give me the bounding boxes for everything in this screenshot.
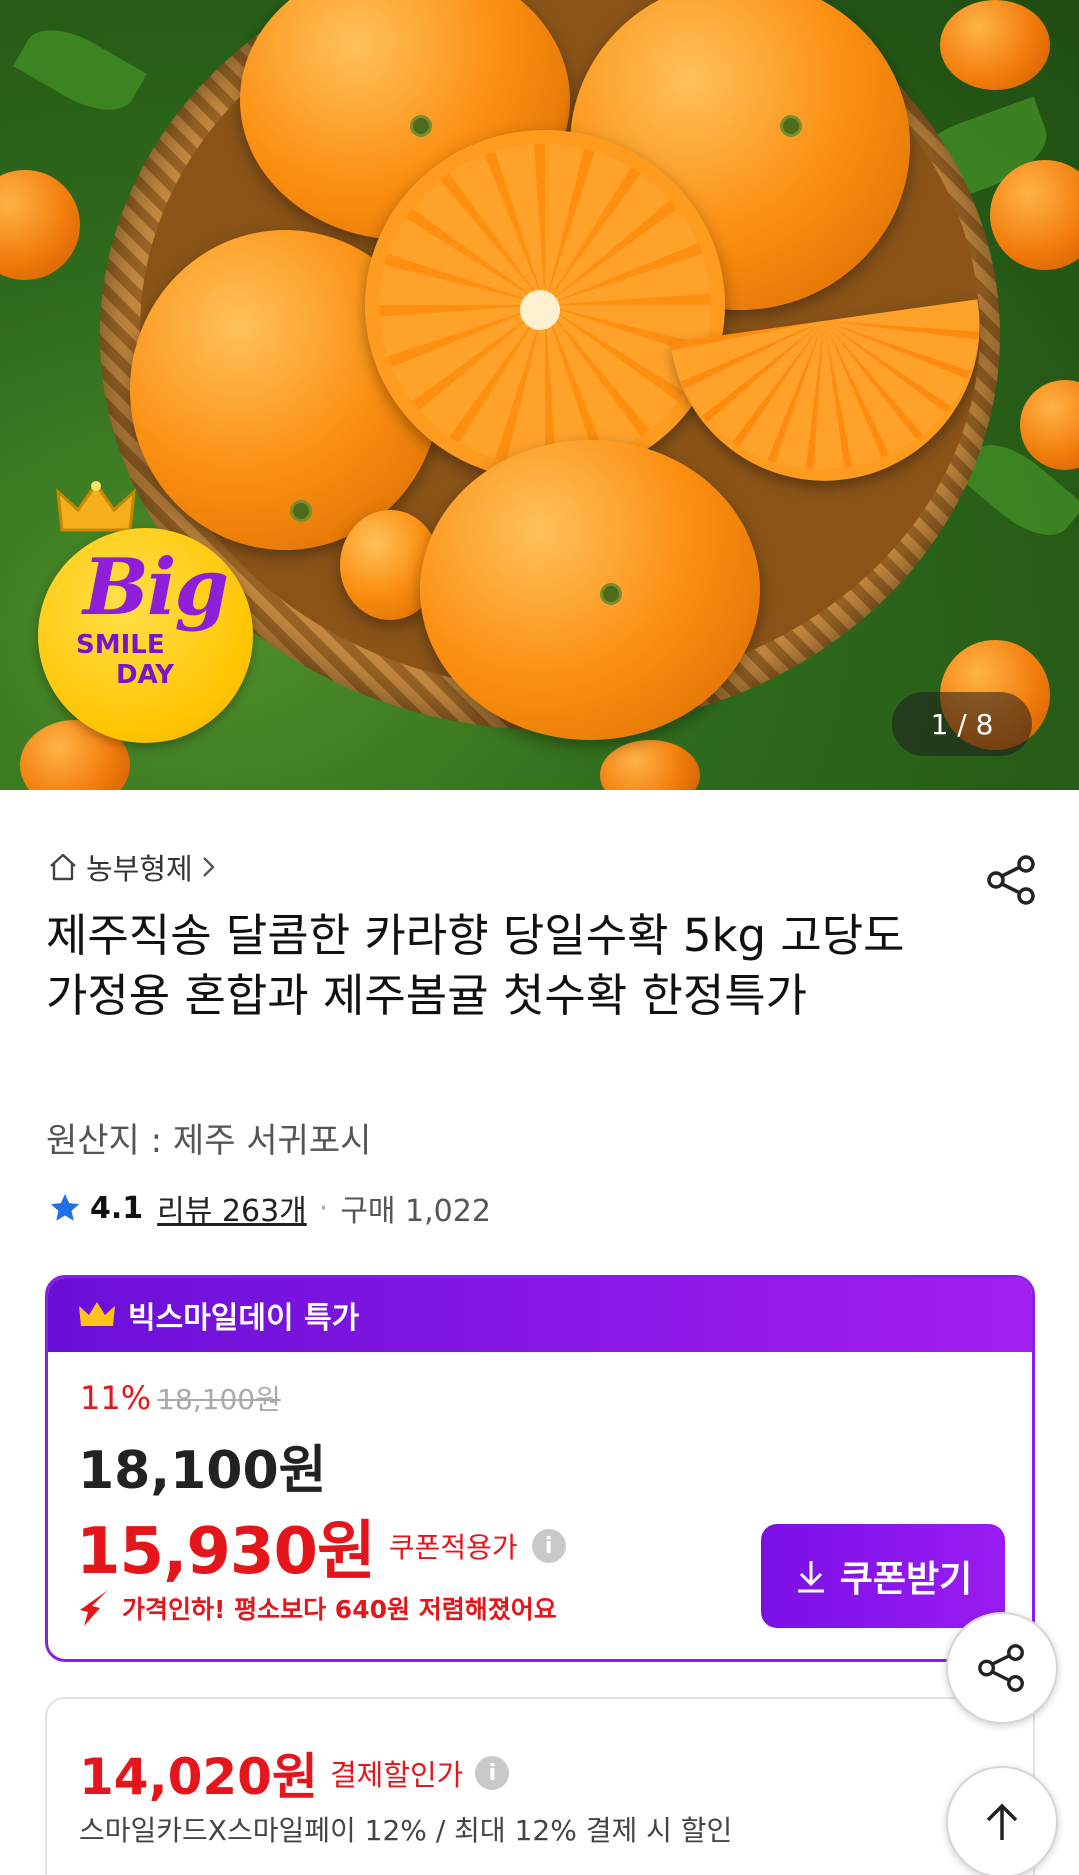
tangerine-stem xyxy=(600,583,622,605)
leaf-decoration xyxy=(13,14,147,126)
background-orange xyxy=(1020,380,1079,470)
info-icon[interactable]: i xyxy=(475,1756,510,1790)
badge-smile-text: SMILE xyxy=(76,630,165,660)
purchase-count: 구매 1,022 xyxy=(340,1194,491,1229)
crown-icon xyxy=(79,1302,115,1326)
original-price: 18,100원 xyxy=(157,1383,281,1416)
coupon-price-row: 15,930원 쿠폰적용가 i xyxy=(76,1500,566,1592)
seller-link[interactable]: 농부형제 xyxy=(48,846,217,888)
arrow-up-icon xyxy=(986,1803,1018,1840)
tangerine-stem xyxy=(780,115,802,137)
discount-row: 11% 18,100원 xyxy=(80,1378,281,1418)
review-count-link[interactable]: 리뷰 263개 xyxy=(157,1186,307,1230)
background-orange xyxy=(0,170,80,280)
info-icon[interactable]: i xyxy=(531,1529,566,1563)
share-icon xyxy=(978,1644,1024,1692)
get-coupon-button[interactable]: 쿠폰받기 xyxy=(761,1524,1005,1628)
product-hero-image[interactable]: Big SMILE DAY 1 / 8 xyxy=(0,0,1079,790)
price-drop-notice: 가격인하! 평소보다 640원 저렴해졌어요 xyxy=(78,1588,557,1628)
get-coupon-label: 쿠폰받기 xyxy=(839,1559,973,1600)
discount-percent: 11% xyxy=(80,1379,152,1417)
image-counter: 1 / 8 xyxy=(892,692,1032,756)
tangerine-core xyxy=(520,290,560,330)
floating-share-button[interactable] xyxy=(946,1612,1058,1724)
price-drop-text: 가격인하! 평소보다 640원 저렴해졌어요 xyxy=(122,1595,557,1624)
star-icon xyxy=(50,1193,80,1221)
payment-price-row: 14,020원 결제할인가 i xyxy=(79,1737,510,1809)
tangerine-stem xyxy=(290,500,312,522)
payment-discount-description: 스마일카드X스마일페이 12% / 최대 12% 결제 시 할인 xyxy=(79,1814,733,1847)
coupon-price: 15,930원 xyxy=(76,1515,376,1589)
rating-score: 4.1 xyxy=(90,1190,144,1226)
scroll-to-top-button[interactable] xyxy=(946,1766,1058,1875)
badge-big-text: Big xyxy=(83,542,229,633)
seller-name: 농부형제 xyxy=(86,852,193,886)
payment-discount-price: 14,020원 xyxy=(79,1748,318,1806)
payment-discount-card[interactable]: 14,020원 결제할인가 i 스마일카드X스마일페이 12% / 최대 12%… xyxy=(45,1697,1035,1875)
coupon-price-label: 쿠폰적용가 xyxy=(388,1531,518,1564)
product-origin: 원산지 : 제주 서귀포시 xyxy=(46,1121,372,1161)
badge-day-text: DAY xyxy=(116,660,175,690)
price-card-title: 빅스마일데이 특가 xyxy=(128,1301,360,1336)
price-drop-arrow-icon xyxy=(80,1590,108,1626)
home-icon xyxy=(50,853,76,881)
separator-dot: · xyxy=(318,1190,329,1226)
tangerine xyxy=(420,440,760,740)
product-title: 제주직송 달콤한 카라향 당일수확 5kg 고당도 가정용 혼합과 제주봄귤 첫… xyxy=(46,909,905,1022)
tangerine-stem xyxy=(410,115,432,137)
download-icon xyxy=(797,1561,824,1593)
background-orange xyxy=(940,0,1050,90)
sale-price: 18,100원 xyxy=(78,1441,327,1501)
big-smile-day-badge: Big SMILE DAY xyxy=(38,480,268,743)
payment-discount-label: 결제할인가 xyxy=(329,1758,464,1792)
rating-row: 4.1 리뷰 263개 · 구매 1,022 xyxy=(48,1186,491,1230)
chevron-right-icon xyxy=(202,857,215,877)
share-icon[interactable] xyxy=(984,852,1040,908)
special-price-card: 빅스마일데이 특가 11% 18,100원 18,100원 15,930원 쿠폰… xyxy=(45,1275,1035,1662)
price-card-header: 빅스마일데이 특가 xyxy=(48,1278,1032,1352)
background-orange xyxy=(600,740,700,790)
